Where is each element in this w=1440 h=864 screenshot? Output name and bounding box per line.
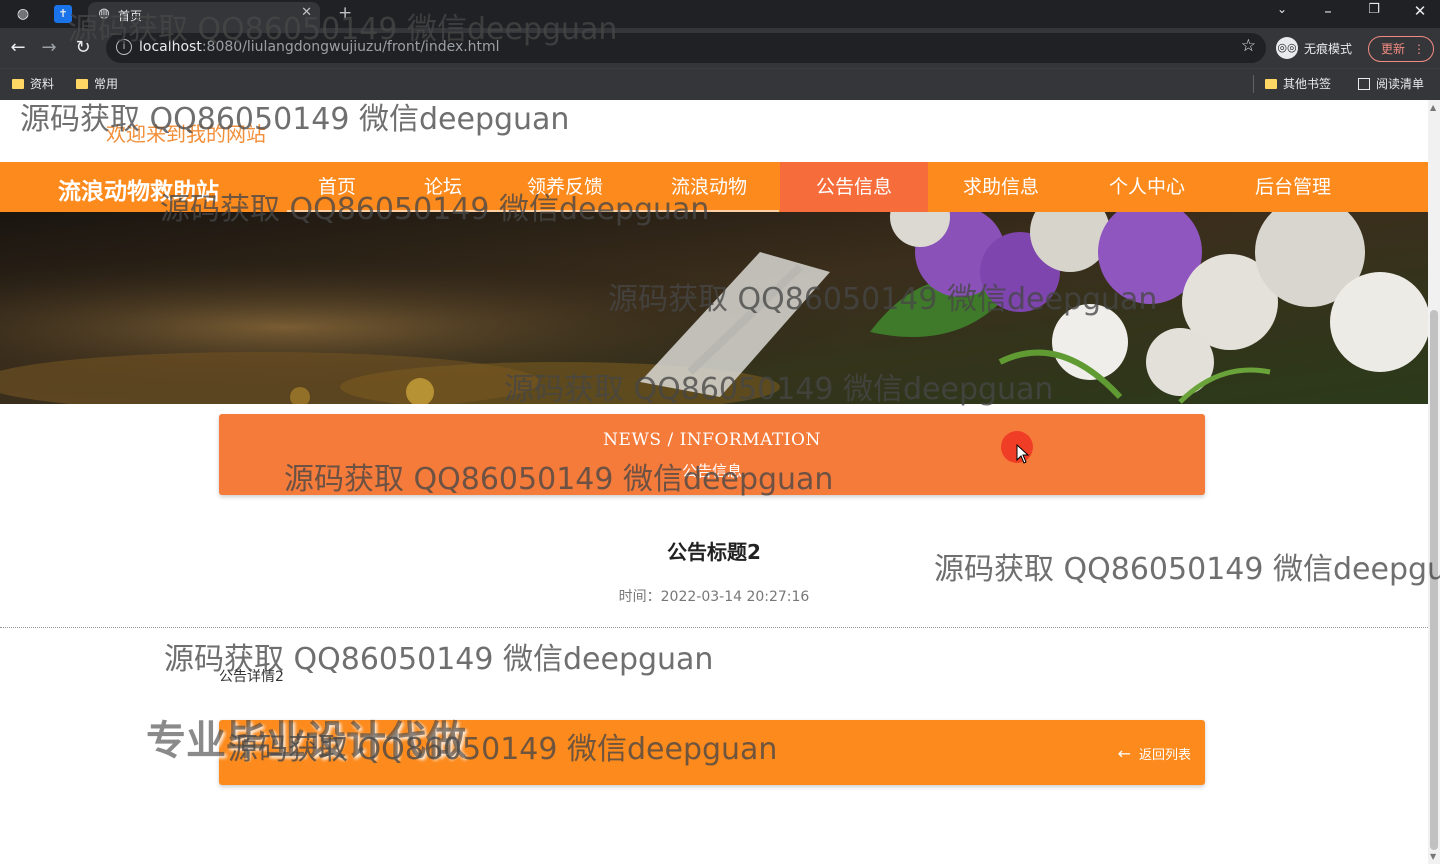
article-title: 公告标题2	[667, 540, 761, 564]
incognito-indicator[interactable]: ◎◎ 无痕模式	[1276, 35, 1352, 61]
globe-icon: ◍	[98, 6, 110, 21]
bookmark-label: 资料	[30, 77, 55, 91]
close-window-icon[interactable]: ✕	[1410, 2, 1430, 20]
url-text[interactable]: localhost:8080/liulangdongwujiuzu/front/…	[139, 39, 500, 55]
info-icon[interactable]: i	[116, 39, 132, 55]
nav-item-stray-animals[interactable]: 流浪动物	[660, 162, 758, 212]
flowers-banner-image	[0, 212, 1428, 404]
nav-item-adoption-feedback[interactable]: 领养反馈	[516, 162, 614, 212]
browser-chrome: ◍ ✝ ◍ 首页 ✕ + ⌄ – ❐ ✕ ← → ↻ i localhost:8…	[0, 0, 1440, 100]
update-label: 更新	[1381, 42, 1406, 56]
content-divider	[0, 627, 1428, 628]
update-button[interactable]: 更新 ⋮	[1368, 36, 1434, 62]
other-bookmarks-label: 其他书签	[1283, 77, 1332, 91]
folder-icon	[76, 78, 88, 89]
section-header: NEWS / INFORMATION 公告信息	[219, 414, 1205, 495]
page-scrollbar[interactable]: ▲ ▼	[1428, 100, 1440, 864]
folder-icon	[12, 78, 24, 89]
nav-item-personal-center[interactable]: 个人中心	[1098, 162, 1196, 212]
hero-banner	[0, 212, 1428, 404]
bookmark-separator	[1253, 75, 1254, 93]
section-title-cn: 公告信息	[681, 462, 742, 480]
tab-title: 首页	[118, 9, 143, 23]
bookmarks-bar: 资料 常用 其他书签 阅读清单	[0, 68, 1440, 100]
bookmark-folder-ziliao[interactable]: 资料	[12, 75, 54, 92]
reading-list[interactable]: 阅读清单	[1358, 75, 1424, 92]
nav-item-help-requests[interactable]: 求助信息	[952, 162, 1050, 212]
scroll-up-icon[interactable]: ▲	[1430, 103, 1436, 112]
forward-icon[interactable]: →	[38, 37, 60, 58]
incognito-label: 无痕模式	[1304, 41, 1353, 56]
article-content: 公告详情2	[219, 669, 284, 685]
welcome-text: 欢迎来到我的网站	[106, 122, 266, 146]
more-icon: ⋮	[1413, 42, 1425, 56]
new-tab-icon[interactable]: +	[338, 3, 352, 23]
bookmark-star-icon[interactable]: ☆	[1241, 36, 1256, 56]
back-to-list-button[interactable]: ← 返回列表	[1118, 744, 1191, 763]
nav-item-announcements[interactable]: 公告信息	[780, 162, 928, 212]
url-host: localhost	[139, 39, 202, 55]
bookmark-label: 常用	[94, 77, 119, 91]
nav-item-home[interactable]: 首页	[300, 162, 374, 212]
scroll-thumb[interactable]	[1430, 310, 1438, 850]
back-icon[interactable]: ←	[7, 37, 29, 58]
address-bar-row: ← → ↻ i localhost:8080/liulangdongwujiuz…	[0, 28, 1440, 68]
site-nav: 流浪动物救助站 首页 论坛 领养反馈 流浪动物 公告信息 求助信息 个人中心 后…	[0, 162, 1428, 212]
tab-search-icon[interactable]: ⌄	[1272, 2, 1292, 16]
site-logo[interactable]: 流浪动物救助站	[58, 172, 219, 206]
address-bar[interactable]: i localhost:8080/liulangdongwujiuzu/fron…	[106, 33, 1266, 63]
url-path: :8080/liulangdongwujiuzu/front/index.htm…	[201, 39, 500, 55]
time-label: 时间：	[618, 589, 661, 605]
reload-icon[interactable]: ↻	[72, 37, 94, 58]
section-title-en: NEWS / INFORMATION	[603, 430, 821, 450]
arrow-left-icon: ←	[1117, 744, 1131, 763]
folder-icon	[1265, 78, 1277, 89]
other-bookmarks[interactable]: 其他书签	[1265, 75, 1331, 92]
minimize-icon[interactable]: –	[1318, 2, 1338, 20]
browser-menu-icon[interactable]: ◍	[14, 5, 32, 23]
incognito-icon: ◎◎	[1276, 37, 1298, 59]
mouse-cursor-icon	[1016, 444, 1030, 464]
nav-item-forum[interactable]: 论坛	[406, 162, 480, 212]
close-icon[interactable]: ✕	[301, 5, 312, 20]
article-time: 时间：2022-03-14 20:27:16	[0, 586, 1428, 606]
reading-list-label: 阅读清单	[1376, 77, 1425, 91]
nav-item-admin[interactable]: 后台管理	[1244, 162, 1342, 212]
promo-watermark: 专业毕业设计代做	[146, 718, 466, 764]
scroll-down-icon[interactable]: ▼	[1430, 852, 1436, 861]
back-to-list-label: 返回列表	[1138, 748, 1191, 763]
restore-icon[interactable]: ❐	[1364, 2, 1384, 17]
reading-list-icon	[1358, 77, 1370, 90]
time-value: 2022-03-14 20:27:16	[660, 589, 810, 605]
pinned-tab-icon[interactable]: ✝	[54, 5, 72, 23]
tab-home[interactable]: ◍ 首页 ✕	[88, 2, 320, 28]
bookmark-folder-changyong[interactable]: 常用	[76, 75, 118, 92]
tab-bar: ◍ ✝ ◍ 首页 ✕ + ⌄ – ❐ ✕	[0, 0, 1440, 28]
